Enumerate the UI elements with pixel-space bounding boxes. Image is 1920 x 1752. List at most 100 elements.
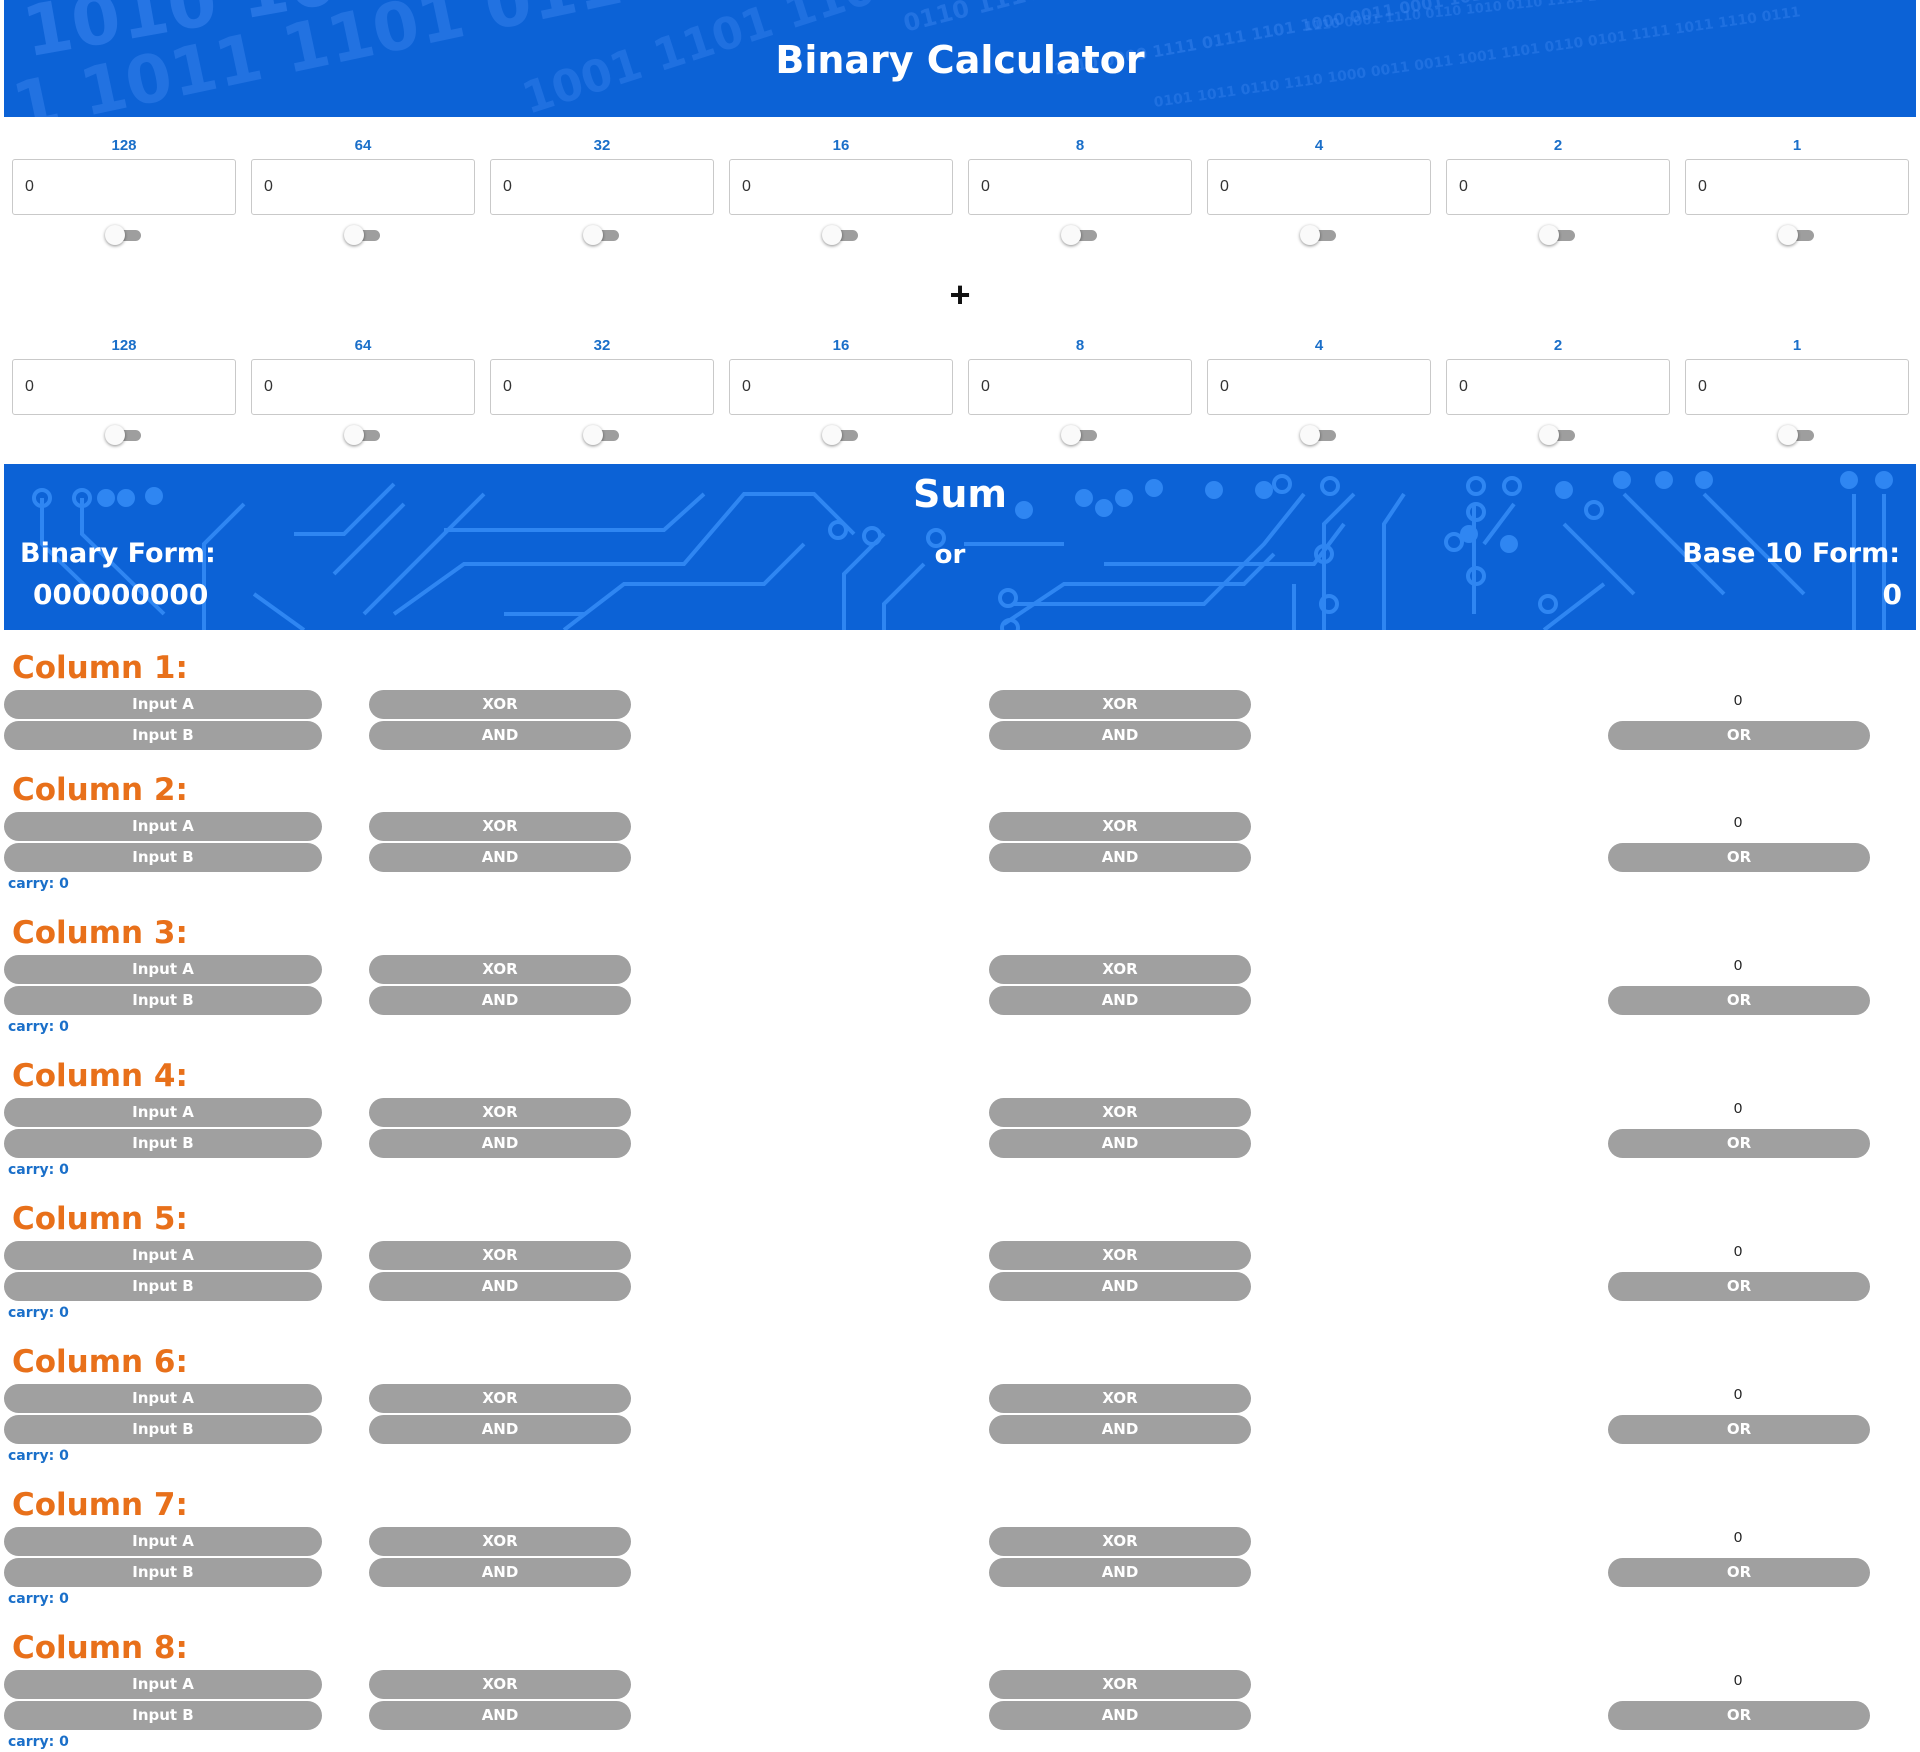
input-b-button[interactable]: Input B — [4, 1415, 322, 1444]
or-gate-button[interactable]: OR — [1608, 721, 1870, 750]
xor-gate-2-button[interactable]: XOR — [989, 1241, 1251, 1270]
and-gate-2-button[interactable]: AND — [989, 1129, 1251, 1158]
bit-value-input[interactable] — [968, 159, 1192, 215]
input-b-button[interactable]: Input B — [4, 843, 322, 872]
bit-toggle-switch[interactable] — [1778, 225, 1816, 245]
carry-value: carry: 0 — [8, 1019, 69, 1035]
bit-toggle-switch[interactable] — [1539, 225, 1577, 245]
and-gate-1-button[interactable]: AND — [369, 986, 631, 1015]
bit-toggle-switch[interactable] — [1778, 425, 1816, 445]
bit-toggle-switch[interactable] — [1300, 225, 1338, 245]
bit-weight-label: 4 — [1314, 137, 1324, 154]
and-gate-1-button[interactable]: AND — [369, 721, 631, 750]
bit-value-input[interactable] — [1446, 159, 1670, 215]
input-b-button[interactable]: Input B — [4, 1129, 322, 1158]
and-gate-1-button[interactable]: AND — [369, 1558, 631, 1587]
and-gate-2-button[interactable]: AND — [989, 986, 1251, 1015]
and-gate-2-button[interactable]: AND — [989, 1701, 1251, 1730]
or-gate-button[interactable]: OR — [1608, 1415, 1870, 1444]
or-gate-button[interactable]: OR — [1608, 1701, 1870, 1730]
bit-value-input[interactable] — [12, 359, 236, 415]
bit-value-input[interactable] — [968, 359, 1192, 415]
bit-value-input[interactable] — [1446, 359, 1670, 415]
bit-toggle-switch[interactable] — [1061, 225, 1099, 245]
input-b-bit-1: 1 — [1685, 337, 1909, 445]
xor-gate-1-button[interactable]: XOR — [369, 812, 631, 841]
bit-toggle-switch[interactable] — [1061, 425, 1099, 445]
bit-value-input[interactable] — [251, 359, 475, 415]
bit-value-input[interactable] — [490, 159, 714, 215]
and-gate-2-button[interactable]: AND — [989, 1272, 1251, 1301]
and-gate-1-button[interactable]: AND — [369, 1129, 631, 1158]
input-b-button[interactable]: Input B — [4, 1272, 322, 1301]
input-a-button[interactable]: Input A — [4, 690, 322, 719]
and-gate-2-button[interactable]: AND — [989, 1558, 1251, 1587]
and-gate-2-button[interactable]: AND — [989, 1415, 1251, 1444]
xor-gate-2-button[interactable]: XOR — [989, 690, 1251, 719]
xor-gate-2-button[interactable]: XOR — [989, 1527, 1251, 1556]
base10-form-label: Base 10 Form: — [1682, 538, 1900, 569]
input-a-button[interactable]: Input A — [4, 1098, 322, 1127]
bit-value-input[interactable] — [1207, 159, 1431, 215]
xor-gate-2-button[interactable]: XOR — [989, 1384, 1251, 1413]
base10-form-value: 0 — [1882, 578, 1902, 611]
bit-toggle-switch[interactable] — [822, 425, 860, 445]
bit-value-input[interactable] — [12, 159, 236, 215]
xor-gate-1-button[interactable]: XOR — [369, 1527, 631, 1556]
or-gate-button[interactable]: OR — [1608, 1558, 1870, 1587]
bit-weight-label: 128 — [111, 137, 137, 154]
bit-weight-label: 32 — [593, 337, 611, 354]
xor-gate-1-button[interactable]: XOR — [369, 1384, 631, 1413]
bit-toggle-switch[interactable] — [583, 425, 621, 445]
bit-toggle-switch[interactable] — [344, 225, 382, 245]
bit-value-input[interactable] — [1685, 159, 1909, 215]
or-gate-button[interactable]: OR — [1608, 843, 1870, 872]
xor-gate-2-button[interactable]: XOR — [989, 812, 1251, 841]
bit-toggle-switch[interactable] — [1539, 425, 1577, 445]
carry-value: carry: 0 — [8, 1305, 69, 1321]
or-gate-button[interactable]: OR — [1608, 1272, 1870, 1301]
and-gate-1-button[interactable]: AND — [369, 1272, 631, 1301]
input-a-button[interactable]: Input A — [4, 1384, 322, 1413]
input-b-button[interactable]: Input B — [4, 1558, 322, 1587]
or-gate-button[interactable]: OR — [1608, 986, 1870, 1015]
bit-toggle-switch[interactable] — [105, 425, 143, 445]
xor-gate-2-button[interactable]: XOR — [989, 1670, 1251, 1699]
xor-gate-1-button[interactable]: XOR — [369, 955, 631, 984]
xor-gate-1-button[interactable]: XOR — [369, 1241, 631, 1270]
xor-gate-2-button[interactable]: XOR — [989, 1098, 1251, 1127]
bit-toggle-switch[interactable] — [105, 225, 143, 245]
and-gate-1-button[interactable]: AND — [369, 1701, 631, 1730]
bit-weight-label: 64 — [354, 137, 372, 154]
input-b-button[interactable]: Input B — [4, 1701, 322, 1730]
xor-gate-1-button[interactable]: XOR — [369, 1670, 631, 1699]
or-gate-button[interactable]: OR — [1608, 1129, 1870, 1158]
bit-toggle-switch[interactable] — [822, 225, 860, 245]
and-gate-1-button[interactable]: AND — [369, 1415, 631, 1444]
input-a-button[interactable]: Input A — [4, 1670, 322, 1699]
and-gate-2-button[interactable]: AND — [989, 843, 1251, 872]
bit-toggle-switch[interactable] — [583, 225, 621, 245]
input-a-button[interactable]: Input A — [4, 955, 322, 984]
bit-value-input[interactable] — [729, 359, 953, 415]
bit-value-input[interactable] — [251, 159, 475, 215]
input-a-bit-8: 8 — [968, 137, 1192, 245]
bit-value-input[interactable] — [1207, 359, 1431, 415]
input-a-button[interactable]: Input A — [4, 1527, 322, 1556]
xor-gate-2-button[interactable]: XOR — [989, 955, 1251, 984]
input-a-bit-64: 64 — [251, 137, 475, 245]
and-gate-2-button[interactable]: AND — [989, 721, 1251, 750]
bit-toggle-switch[interactable] — [1300, 425, 1338, 445]
bit-toggle-switch[interactable] — [344, 425, 382, 445]
input-b-bit-64: 64 — [251, 337, 475, 445]
bit-value-input[interactable] — [729, 159, 953, 215]
and-gate-1-button[interactable]: AND — [369, 843, 631, 872]
input-b-button[interactable]: Input B — [4, 721, 322, 750]
xor-gate-1-button[interactable]: XOR — [369, 1098, 631, 1127]
input-a-button[interactable]: Input A — [4, 812, 322, 841]
input-a-button[interactable]: Input A — [4, 1241, 322, 1270]
bit-value-input[interactable] — [490, 359, 714, 415]
bit-value-input[interactable] — [1685, 359, 1909, 415]
xor-gate-1-button[interactable]: XOR — [369, 690, 631, 719]
input-b-button[interactable]: Input B — [4, 986, 322, 1015]
